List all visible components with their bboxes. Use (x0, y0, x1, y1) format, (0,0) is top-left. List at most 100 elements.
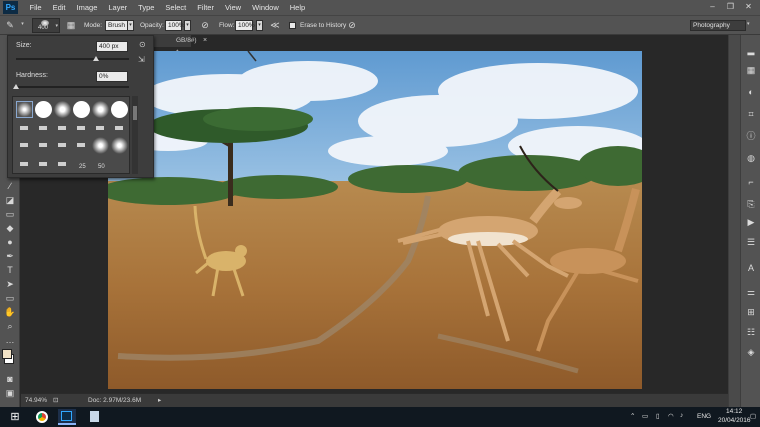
minimize-icon[interactable]: – (705, 1, 720, 12)
preset-small[interactable] (58, 126, 66, 130)
preset-small[interactable] (77, 143, 85, 147)
path-select-icon[interactable]: ➤ (3, 278, 17, 290)
adjustments-icon[interactable]: ◐ (744, 85, 758, 99)
erase-to-history-checkbox[interactable] (289, 22, 296, 29)
preset-hard-round[interactable] (111, 101, 128, 118)
image-canvas[interactable] (108, 51, 642, 389)
tray-chevron-icon[interactable]: ⌃ (630, 412, 635, 420)
menu-select[interactable]: Select (160, 0, 192, 15)
type-tool-icon[interactable]: T (3, 264, 17, 276)
foreground-color-swatch[interactable] (2, 349, 12, 359)
menu-filter[interactable]: Filter (192, 0, 220, 15)
flow-input[interactable]: 100% (235, 20, 255, 31)
channels-icon[interactable]: ⚌ (744, 285, 758, 299)
pen-tool-icon[interactable]: ✒ (3, 250, 17, 262)
brush-settings-icon[interactable]: ⊙ (139, 40, 146, 49)
preset-soft-round[interactable] (54, 101, 71, 118)
notification-icon[interactable]: ▢ (750, 412, 756, 420)
preset-soft-round-25[interactable] (92, 137, 109, 154)
info-icon[interactable]: ⓘ (744, 129, 758, 143)
menu-help[interactable]: Help (284, 0, 310, 15)
preset-small[interactable] (39, 162, 47, 166)
chevron-down-icon[interactable]: ▾ (127, 20, 134, 31)
preset-small[interactable] (20, 126, 28, 130)
pressure-opacity-icon[interactable]: ⊘ (198, 20, 212, 31)
eraser-tool-icon[interactable]: ◪ (3, 194, 17, 206)
pressure-size-icon[interactable]: ⊘ (345, 20, 359, 31)
preset-small[interactable] (77, 126, 85, 130)
input-language[interactable]: ENG (697, 413, 711, 420)
curves-icon[interactable]: ⌗ (744, 107, 758, 121)
layers-stack-icon[interactable]: ◈ (744, 345, 758, 359)
brush-panel-toggle-icon[interactable]: ▦ (64, 20, 78, 31)
menu-view[interactable]: View (219, 0, 246, 15)
chevron-down-icon[interactable]: ▾ (19, 20, 26, 31)
brush-panel-icon[interactable]: ⌐ (744, 175, 758, 189)
paragraph-icon[interactable]: A (744, 261, 758, 275)
wifi-icon[interactable]: ◠ (668, 412, 674, 420)
hardness-slider-knob[interactable] (13, 84, 19, 89)
windows-start-icon[interactable]: ⊞ (6, 409, 24, 425)
zoom-level[interactable]: 74.94% (25, 394, 47, 408)
preset-small[interactable] (20, 143, 28, 147)
gradient-tool-icon[interactable]: ▭ (3, 208, 17, 220)
more-tools-icon[interactable]: … (3, 334, 17, 346)
brush-tool-icon[interactable]: ∕ (3, 180, 17, 192)
status-settings-icon[interactable]: ⊡ (53, 394, 58, 408)
blur-tool-icon[interactable]: ◆ (3, 222, 17, 234)
workspace-select[interactable]: Photography (690, 20, 746, 31)
color-icon[interactable]: ◍ (744, 151, 758, 165)
actions-icon[interactable]: ▶ (744, 215, 758, 229)
hand-tool-icon[interactable]: ✋ (3, 306, 17, 318)
preset-small[interactable] (58, 162, 66, 166)
tray-devices-icon[interactable]: ▭ (642, 412, 648, 420)
size-input[interactable]: 400 px (96, 41, 128, 52)
clock-date[interactable]: 20/04/2016 (718, 417, 751, 424)
mode-select[interactable]: Brush (105, 20, 128, 31)
preset-small[interactable] (115, 126, 123, 130)
layers-icon[interactable]: ☷ (744, 325, 758, 339)
preset-soft-round[interactable] (92, 101, 109, 118)
preset-hard-round[interactable] (35, 101, 52, 118)
properties-icon[interactable]: ☰ (744, 235, 758, 249)
paths-icon[interactable]: ⊞ (744, 305, 758, 319)
brush-preset-picker[interactable]: 400 ▾ (32, 18, 60, 33)
scrollbar-thumb[interactable] (133, 106, 137, 120)
speaker-icon[interactable]: ♪ (680, 412, 683, 419)
menu-type[interactable]: Type (133, 0, 160, 15)
photoshop-taskbar-icon[interactable] (58, 409, 76, 425)
battery-icon[interactable]: ▯ (656, 412, 660, 420)
preset-scrollbar[interactable] (132, 96, 138, 174)
preset-small[interactable] (96, 126, 104, 130)
chrome-icon[interactable] (33, 409, 51, 425)
file-manager-icon[interactable] (86, 409, 104, 425)
airbrush-icon[interactable]: ≪ (268, 20, 282, 31)
preset-small[interactable] (39, 126, 47, 130)
hardness-slider[interactable] (13, 84, 129, 89)
preset-small[interactable] (39, 143, 47, 147)
swatches-icon[interactable]: ▦ (744, 63, 758, 77)
restore-icon[interactable]: ❐ (723, 1, 738, 12)
hardness-input[interactable]: 0% (96, 71, 128, 82)
quick-mask-icon[interactable]: ◙ (3, 373, 17, 385)
menu-window[interactable]: Window (247, 0, 285, 15)
close-icon[interactable]: ✕ (741, 1, 756, 12)
screen-mode-icon[interactable]: ▣ (3, 387, 17, 399)
size-slider-knob[interactable] (93, 56, 100, 61)
preset-small[interactable] (58, 143, 66, 147)
opacity-input[interactable]: 100% (165, 20, 185, 31)
menu-edit[interactable]: Edit (47, 0, 71, 15)
status-menu-arrow-icon[interactable]: ▸ (158, 394, 161, 408)
zoom-tool-icon[interactable]: ⌕ (3, 320, 17, 332)
dodge-tool-icon[interactable]: ● (3, 236, 17, 248)
eraser-preset-icon[interactable]: ✎ (3, 20, 17, 31)
histogram-icon[interactable]: ▂ (744, 43, 758, 57)
panel-menu-icon[interactable]: ⇲ (138, 55, 145, 64)
clock-time[interactable]: 14:12 (726, 408, 742, 415)
menu-file[interactable]: File (24, 0, 47, 15)
preset-soft-round-selected[interactable] (16, 101, 33, 118)
rectangle-tool-icon[interactable]: ▭ (3, 292, 17, 304)
chevron-down-icon[interactable]: ▾ (256, 20, 263, 31)
preset-small[interactable] (20, 162, 28, 166)
size-slider[interactable] (16, 56, 129, 61)
